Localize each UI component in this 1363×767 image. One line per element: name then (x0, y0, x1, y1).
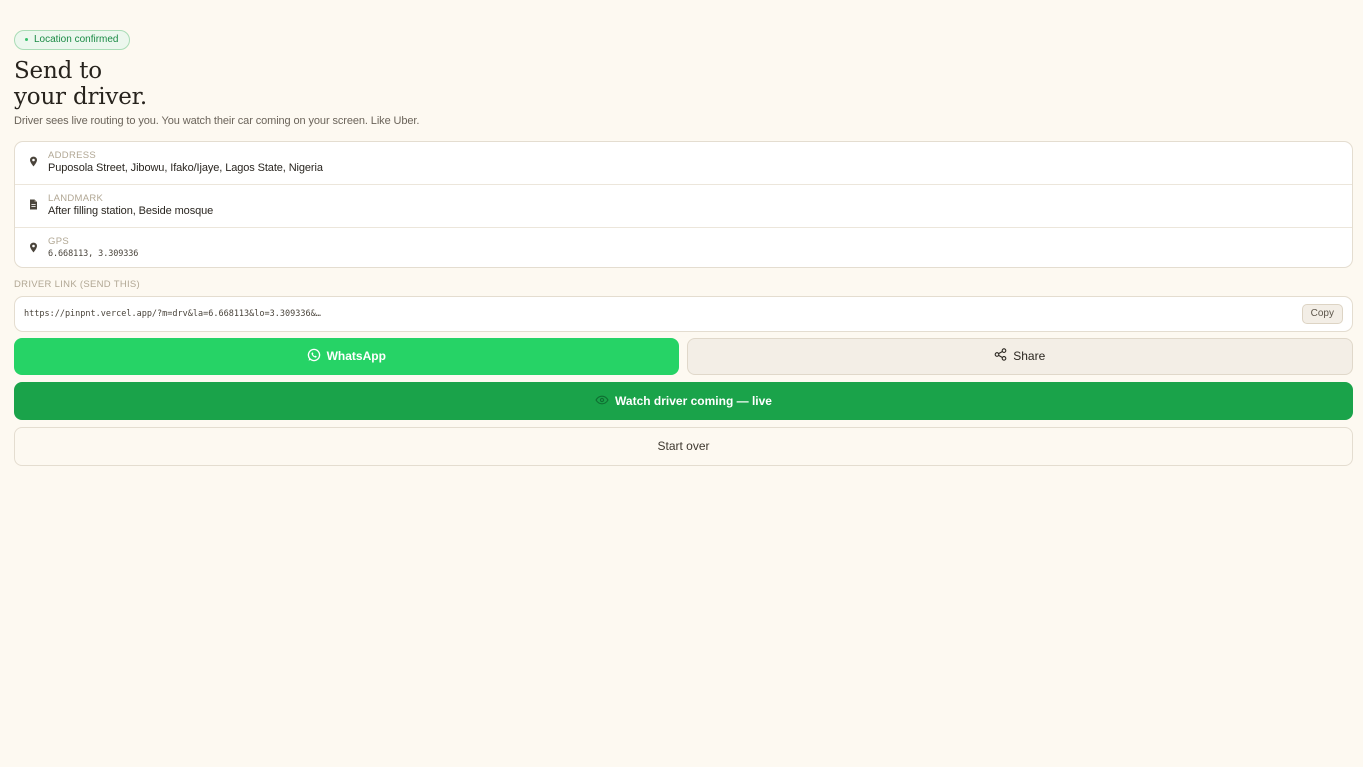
landmark-value: After filling station, Beside mosque (48, 204, 214, 217)
pin-icon (27, 156, 39, 168)
whatsapp-button-label: WhatsApp (326, 349, 386, 363)
gps-label: GPS (48, 235, 69, 247)
address-value: Puposola Street, Jibowu, Ifako/Ijaye, La… (48, 161, 323, 174)
status-dot-icon (25, 38, 28, 41)
start-over-button[interactable]: Start over (14, 426, 1353, 466)
whatsapp-icon (307, 348, 321, 365)
share-button-label: Share (1013, 349, 1046, 363)
driver-link-field[interactable]: https://pinpnt.vercel.app/?m=drv&la=6.66… (14, 295, 1353, 332)
gps-row: GPS 6.668113, 3.309336 (15, 228, 1352, 267)
pin-icon (27, 242, 39, 254)
location-details-card: ADDRESS Puposola Street, Jibowu, Ifako/I… (14, 140, 1353, 268)
landmark-row: LANDMARK After filling station, Beside m… (15, 185, 1352, 228)
watch-driver-button[interactable]: Watch driver coming — live (14, 381, 1353, 420)
send-to-driver-screen: Location confirmed Send to your driver. … (14, 28, 1353, 466)
document-icon (27, 199, 39, 211)
title-line-2: your driver. (14, 83, 148, 110)
driver-link-url[interactable]: https://pinpnt.vercel.app/?m=drv&la=6.66… (24, 309, 321, 319)
title-line-1: Send to (14, 57, 102, 84)
start-over-button-label: Start over (657, 439, 710, 453)
eye-icon (595, 394, 609, 408)
address-row: ADDRESS Puposola Street, Jibowu, Ifako/I… (15, 142, 1352, 185)
copy-button[interactable]: Copy (1301, 303, 1343, 324)
whatsapp-button[interactable]: WhatsApp (14, 337, 679, 375)
share-icon (994, 348, 1007, 364)
watch-driver-button-label: Watch driver coming — live (615, 393, 772, 408)
address-label: ADDRESS (48, 149, 97, 161)
landmark-label: LANDMARK (48, 192, 104, 204)
page-title: Send to your driver. (14, 58, 1353, 110)
share-actions-row: WhatsApp Share (14, 337, 1353, 375)
page-subtitle: Driver sees live routing to you. You wat… (14, 114, 420, 127)
share-button[interactable]: Share (686, 337, 1353, 375)
badge-label: Location confirmed (34, 34, 119, 45)
location-confirmed-badge: Location confirmed (14, 29, 130, 50)
gps-value: 6.668113, 3.309336 (48, 248, 139, 259)
driver-link-label: DRIVER LINK (SEND THIS) (14, 278, 141, 290)
